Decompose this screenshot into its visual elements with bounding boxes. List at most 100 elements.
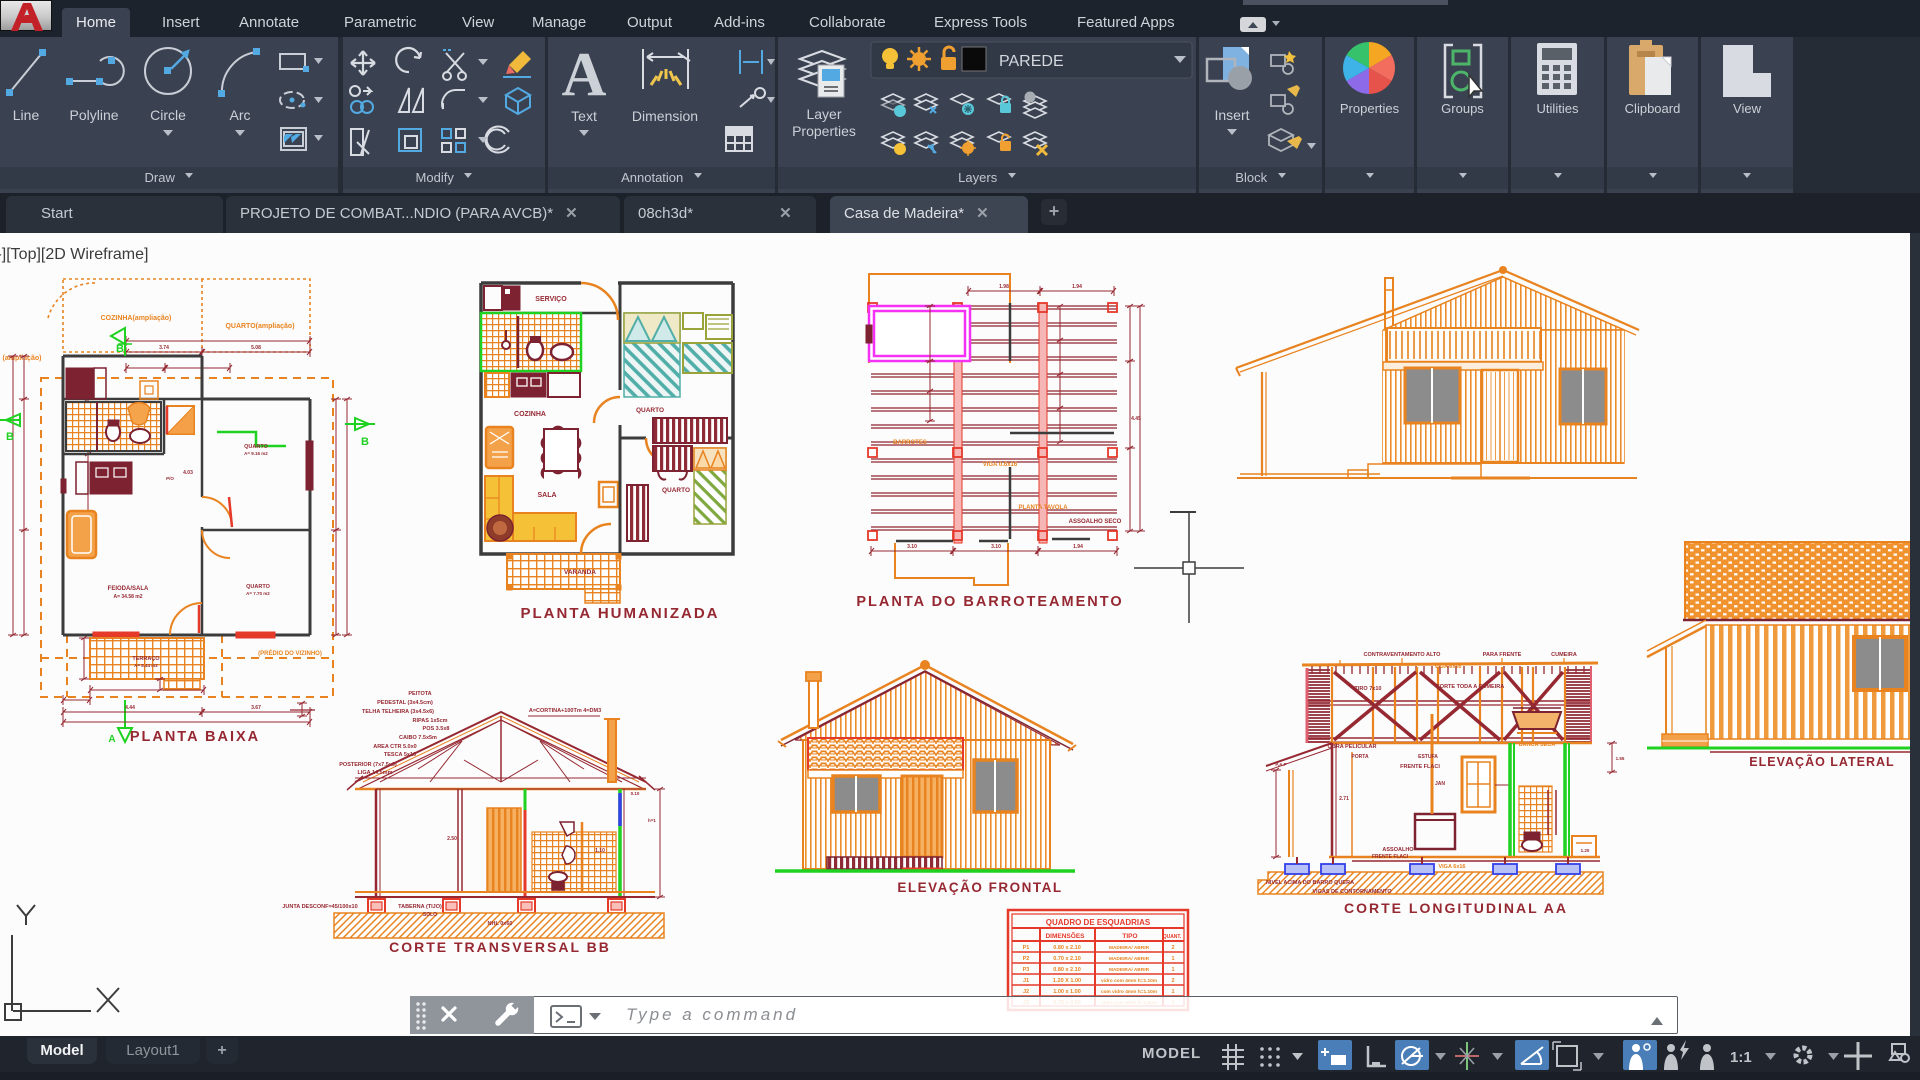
- svg-text:CORTE TODA A CUMEIRA: CORTE TODA A CUMEIRA: [1436, 684, 1504, 690]
- svg-text:2.71: 2.71: [1339, 796, 1349, 802]
- svg-text:A: A: [562, 41, 607, 109]
- svg-text:PEITOTA: PEITOTA: [408, 691, 431, 697]
- svg-text:MADEIRA/ ABRIR: MADEIRA/ ABRIR: [1109, 956, 1150, 962]
- svg-text:ELEVAÇÃO FRONTAL: ELEVAÇÃO FRONTAL: [897, 880, 1062, 895]
- svg-text:COZINHA: COZINHA: [514, 411, 546, 418]
- svg-text:DIMENSÕES: DIMENSÕES: [1045, 931, 1085, 940]
- svg-text:P1: P1: [1023, 945, 1030, 951]
- svg-text:1.00 x 1.00: 1.00 x 1.00: [1053, 989, 1081, 995]
- svg-text:CAIBO 7.5x5m: CAIBO 7.5x5m: [399, 735, 437, 741]
- svg-text:QUARTO: QUARTO: [246, 584, 270, 590]
- svg-text:1: 1: [1171, 956, 1174, 962]
- svg-text:RIPAS 1x5cm: RIPAS 1x5cm: [412, 718, 447, 724]
- svg-text:h=1: h=1: [648, 818, 656, 823]
- svg-text:(PRÉDIO DO VIZINHO): (PRÉDIO DO VIZINHO): [258, 649, 322, 657]
- svg-text:SOLO: SOLO: [423, 912, 437, 918]
- svg-text:POS 3.5x8: POS 3.5x8: [423, 726, 450, 732]
- svg-text:BARROTES: BARROTES: [893, 440, 927, 446]
- svg-text:4.45: 4.45: [1131, 416, 1141, 422]
- svg-text:PLANTA DO BARROTEAMENTO: PLANTA DO BARROTEAMENTO: [856, 594, 1123, 610]
- svg-text:PAREDE: PAREDE: [999, 53, 1064, 70]
- svg-text:NIVEL ACIMA DO BARRO QUERA: NIVEL ACIMA DO BARRO QUERA: [1266, 880, 1354, 886]
- svg-text:J1: J1: [1023, 978, 1029, 984]
- svg-text:VIGA 6x16: VIGA 6x16: [1438, 864, 1465, 870]
- svg-text:0.10: 0.10: [631, 791, 640, 796]
- svg-text:Insert: Insert: [1214, 107, 1249, 123]
- svg-text:1.20: 1.20: [1581, 848, 1590, 853]
- svg-text:VIGA 0.6x16: VIGA 0.6x16: [983, 462, 1018, 468]
- svg-text:ELEVAÇÃO LATERAL: ELEVAÇÃO LATERAL: [1749, 754, 1894, 769]
- svg-text:OBRA PELICULAR: OBRA PELICULAR: [1328, 744, 1377, 750]
- svg-text:A= 34.58 m2: A= 34.58 m2: [113, 594, 142, 600]
- svg-text:QUARTO(ampliação): QUARTO(ampliação): [225, 323, 294, 330]
- svg-text:CUMEIRA: CUMEIRA: [1551, 652, 1577, 658]
- svg-text:FEIODA/SALA: FEIODA/SALA: [108, 586, 149, 592]
- svg-text:A: A: [108, 734, 115, 745]
- svg-text:Dimension: Dimension: [632, 108, 698, 124]
- svg-text:TELHA TELHEIRA (3x4.5x6): TELHA TELHEIRA (3x4.5x6): [362, 709, 434, 715]
- svg-text:Properties: Properties: [792, 123, 856, 139]
- svg-text:QUARTO: QUARTO: [636, 407, 664, 414]
- svg-text:PORTA: PORTA: [1351, 754, 1369, 760]
- svg-text:PLANTA TAVOLA: PLANTA TAVOLA: [1018, 505, 1068, 511]
- svg-text:5.08: 5.08: [251, 345, 261, 351]
- svg-text:0.80 x 2.10: 0.80 x 2.10: [1053, 945, 1081, 951]
- svg-text:QUADRO DE ESQUADRIAS: QUADRO DE ESQUADRIAS: [1046, 918, 1151, 927]
- svg-text:TIPO: TIPO: [1122, 933, 1137, 940]
- svg-text:Polyline: Polyline: [69, 107, 118, 123]
- svg-text:SALA: SALA: [537, 492, 556, 499]
- svg-text:TESCA 5x10: TESCA 5x10: [384, 752, 416, 758]
- svg-text:A= 7.70 m2: A= 7.70 m2: [246, 591, 270, 596]
- svg-text:3.10: 3.10: [991, 544, 1001, 550]
- svg-text:MADEIRA/ ABRIR: MADEIRA/ ABRIR: [1109, 967, 1150, 973]
- svg-text:ESTUFA: ESTUFA: [1418, 754, 1438, 760]
- svg-text:Text: Text: [571, 108, 597, 124]
- svg-text:1.94: 1.94: [1073, 544, 1083, 550]
- svg-text:JAN: JAN: [1435, 781, 1445, 787]
- svg-text:2: 2: [1171, 945, 1174, 951]
- svg-text:1: 1: [1171, 989, 1174, 995]
- svg-text:B: B: [116, 343, 124, 355]
- svg-text:CORTE TRANSVERSAL BB: CORTE TRANSVERSAL BB: [389, 939, 611, 955]
- svg-text:1:1: 1:1: [1730, 1049, 1752, 1066]
- svg-text:P.A.P: P.A.P: [1275, 762, 1286, 767]
- svg-text:P3: P3: [1023, 967, 1030, 973]
- svg-text:Layer: Layer: [806, 106, 841, 122]
- svg-text:VIGA 6x16: VIGA 6x16: [1434, 664, 1461, 670]
- svg-text:TIRO 7x10: TIRO 7x10: [1355, 686, 1382, 692]
- svg-text:B: B: [361, 436, 369, 448]
- svg-text:QUARTO: QUARTO: [244, 444, 268, 450]
- svg-text:VIGAS DE CONTORNAMENTO: VIGAS DE CONTORNAMENTO: [1312, 889, 1392, 895]
- svg-text:3.67: 3.67: [251, 705, 261, 711]
- svg-text:FRENTE FLACI: FRENTE FLACI: [1372, 854, 1409, 860]
- svg-text:4.03: 4.03: [183, 470, 193, 476]
- svg-text:QUANT.: QUANT.: [1163, 934, 1182, 940]
- svg-text:COZINHA(ampliação): COZINHA(ampliação): [101, 315, 172, 322]
- svg-text:A=CORTINA+100Tm 4=DM3: A=CORTINA+100Tm 4=DM3: [529, 708, 601, 714]
- svg-text:3.74: 3.74: [159, 345, 169, 351]
- svg-text:A= 9.16 m2: A= 9.16 m2: [244, 451, 268, 456]
- svg-text:1.94: 1.94: [1072, 284, 1082, 290]
- svg-text:1: 1: [1171, 967, 1174, 973]
- svg-text:Circle: Circle: [150, 107, 186, 123]
- svg-text:P/O: P/O: [166, 476, 174, 481]
- svg-text:MADEIRA/ ABRIR: MADEIRA/ ABRIR: [1109, 945, 1150, 951]
- svg-text:0.70 x 2.10: 0.70 x 2.10: [1053, 956, 1081, 962]
- svg-text:4.44: 4.44: [125, 705, 135, 711]
- svg-text:SERVIÇO: SERVIÇO: [535, 296, 567, 303]
- svg-text:CORTE LONGITUDINAL AA: CORTE LONGITUDINAL AA: [1344, 900, 1568, 916]
- svg-text:1.10: 1.10: [595, 848, 605, 854]
- svg-text:A= 8.44 m2: A= 8.44 m2: [134, 663, 158, 668]
- svg-text:1.20 X 1.00: 1.20 X 1.00: [1053, 978, 1081, 984]
- svg-text:1.55: 1.55: [1616, 756, 1625, 761]
- svg-text:NHL 0x60: NHL 0x60: [488, 921, 513, 927]
- svg-text:TABERNA (TIJO): TABERNA (TIJO): [398, 904, 442, 910]
- svg-text:JUNTA DESCONF=45/100x10: JUNTA DESCONF=45/100x10: [282, 904, 357, 910]
- svg-text:B: B: [6, 431, 14, 443]
- svg-text:ASSOALHO: ASSOALHO: [1382, 847, 1414, 853]
- svg-text:Arc: Arc: [230, 107, 251, 123]
- svg-text:Line: Line: [13, 107, 40, 123]
- svg-text:ASSOALHO SECO: ASSOALHO SECO: [1069, 519, 1122, 525]
- svg-text:P2: P2: [1023, 956, 1030, 962]
- svg-text:LIGA 14.5mm: LIGA 14.5mm: [358, 770, 393, 776]
